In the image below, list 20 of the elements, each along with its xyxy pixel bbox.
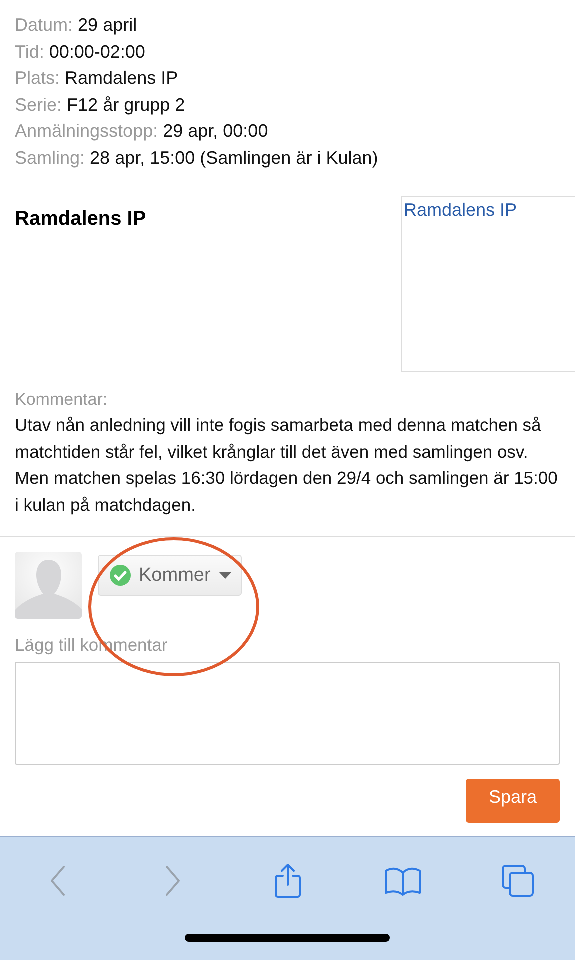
venue-title: Ramdalens IP [15,208,146,232]
detail-line: Samling: 28 apr, 15:00 (Samlingen är i Kulan) [15,146,380,170]
tabs-icon [500,864,534,898]
caret-icon [218,572,232,579]
book-icon [384,866,422,896]
avatar-icon [15,552,82,619]
comment-label: Kommentar: [15,389,109,411]
detail-line: Datum: 29 april [15,14,138,37]
comment-text: Men matchen spelas 16:30 lördagen den 29/4 och samlingen är 15:00 i kulan på matchdagen. [15,467,559,517]
detail-line: Serie: F12 år grupp 2 [15,94,186,117]
check-icon [110,565,131,586]
attendance-dropdown[interactable]: Kommer [98,555,242,596]
comment-text: Utav nån anledning vill inte fogis samarbeta med denna matchen så matchtiden står fel, vilket krånglar till det även med samlingen osv. [15,414,542,464]
share-icon [272,863,302,899]
comment-field[interactable] [15,662,560,765]
detail-line: Plats: Ramdalens IP [15,67,180,90]
map-link[interactable]: Ramdalens IP [404,200,518,220]
detail-line: Tid: 00:00-02:00 [15,40,146,64]
save-button[interactable]: Spara [466,779,560,823]
detail-line: Anmälningsstopp: 29 apr, 00:00 [15,120,270,143]
